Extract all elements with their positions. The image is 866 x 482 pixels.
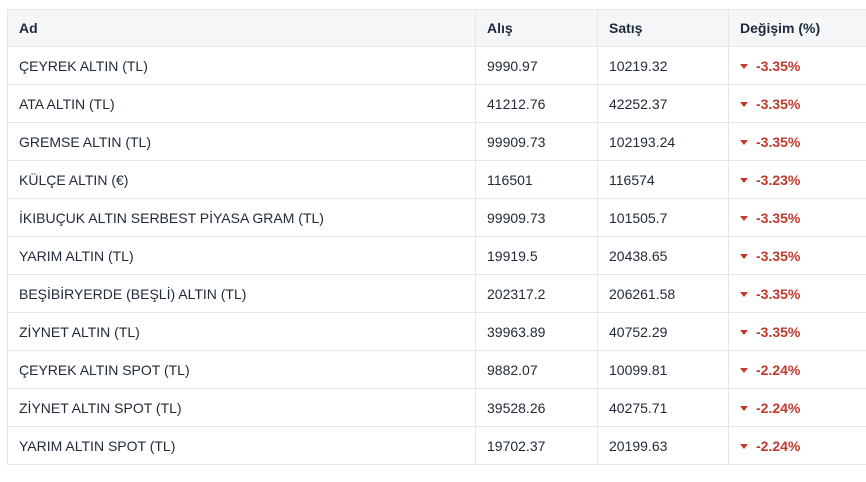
caret-down-icon	[740, 329, 748, 335]
cell-name: ATA ALTIN (TL)	[7, 84, 476, 123]
cell-sell: 206261.58	[597, 274, 729, 313]
caret-down-icon	[740, 443, 748, 449]
caret-down-icon	[740, 291, 748, 297]
cell-buy: 116501	[475, 160, 598, 199]
cell-sell: 102193.24	[597, 122, 729, 161]
cell-buy: 41212.76	[475, 84, 598, 123]
cell-change: -3.35%	[728, 274, 866, 313]
change-value: -3.35%	[740, 58, 866, 74]
change-text: -3.35%	[756, 323, 801, 340]
table-row[interactable]: ÇEYREK ALTIN SPOT (TL) 9882.07 10099.81 …	[7, 350, 866, 389]
cell-sell: 42252.37	[597, 84, 729, 123]
change-text: -2.24%	[756, 437, 801, 454]
change-text: -3.35%	[756, 95, 801, 112]
cell-buy: 39528.26	[475, 388, 598, 427]
table-row[interactable]: ZİYNET ALTIN (TL) 39963.89 40752.29 -3.3…	[7, 312, 866, 351]
cell-change: -2.24%	[728, 426, 866, 465]
cell-change: -2.24%	[728, 350, 866, 389]
caret-down-icon	[740, 139, 748, 145]
column-header-name[interactable]: Ad	[7, 9, 476, 47]
table-row[interactable]: KÜLÇE ALTIN (€) 116501 116574 -3.23%	[7, 160, 866, 199]
change-value: -3.35%	[740, 210, 866, 226]
change-text: -3.35%	[756, 57, 801, 74]
change-text: -2.24%	[756, 399, 801, 416]
cell-name: İKIBUÇUK ALTIN SERBEST PİYASA GRAM (TL)	[7, 198, 476, 237]
change-value: -2.24%	[740, 438, 866, 454]
cell-change: -3.35%	[728, 236, 866, 275]
cell-change: -3.35%	[728, 198, 866, 237]
cell-sell: 40752.29	[597, 312, 729, 351]
cell-buy: 9882.07	[475, 350, 598, 389]
change-text: -3.35%	[756, 247, 801, 264]
cell-name: KÜLÇE ALTIN (€)	[7, 160, 476, 199]
cell-change: -3.35%	[728, 84, 866, 123]
column-header-change[interactable]: Değişim (%)	[728, 9, 866, 47]
change-value: -3.35%	[740, 324, 866, 340]
table-row[interactable]: BEŞİBİRYERDE (BEŞLİ) ALTIN (TL) 202317.2…	[7, 274, 866, 313]
change-text: -2.24%	[756, 361, 801, 378]
cell-change: -3.35%	[728, 46, 866, 85]
table-row[interactable]: GREMSE ALTIN (TL) 99909.73 102193.24 -3.…	[7, 122, 866, 161]
cell-buy: 99909.73	[475, 122, 598, 161]
cell-change: -3.35%	[728, 122, 866, 161]
cell-sell: 20438.65	[597, 236, 729, 275]
cell-buy: 19919.5	[475, 236, 598, 275]
column-header-sell[interactable]: Satış	[597, 9, 729, 47]
cell-name: ZİYNET ALTIN SPOT (TL)	[7, 388, 476, 427]
caret-down-icon	[740, 405, 748, 411]
table-row[interactable]: ÇEYREK ALTIN (TL) 9990.97 10219.32 -3.35…	[7, 46, 866, 85]
change-value: -3.35%	[740, 286, 866, 302]
cell-change: -3.35%	[728, 312, 866, 351]
change-text: -3.35%	[756, 133, 801, 150]
caret-down-icon	[740, 177, 748, 183]
cell-sell: 10219.32	[597, 46, 729, 85]
change-text: -3.35%	[756, 209, 801, 226]
cell-name: YARIM ALTIN SPOT (TL)	[7, 426, 476, 465]
table-header-row: Ad Alış Satış Değişim (%)	[7, 9, 866, 47]
cell-sell: 10099.81	[597, 350, 729, 389]
table-row[interactable]: YARIM ALTIN SPOT (TL) 19702.37 20199.63 …	[7, 426, 866, 465]
table-row[interactable]: İKIBUÇUK ALTIN SERBEST PİYASA GRAM (TL) …	[7, 198, 866, 237]
cell-change: -2.24%	[728, 388, 866, 427]
cell-sell: 40275.71	[597, 388, 729, 427]
cell-name: ÇEYREK ALTIN (TL)	[7, 46, 476, 85]
cell-sell: 20199.63	[597, 426, 729, 465]
cell-name: GREMSE ALTIN (TL)	[7, 122, 476, 161]
change-value: -3.35%	[740, 248, 866, 264]
change-value: -3.23%	[740, 172, 866, 188]
cell-sell: 116574	[597, 160, 729, 199]
caret-down-icon	[740, 63, 748, 69]
cell-name: ZİYNET ALTIN (TL)	[7, 312, 476, 351]
cell-sell: 101505.7	[597, 198, 729, 237]
table-row[interactable]: ATA ALTIN (TL) 41212.76 42252.37 -3.35%	[7, 84, 866, 123]
table-row[interactable]: ZİYNET ALTIN SPOT (TL) 39528.26 40275.71…	[7, 388, 866, 427]
change-value: -3.35%	[740, 96, 866, 112]
cell-name: BEŞİBİRYERDE (BEŞLİ) ALTIN (TL)	[7, 274, 476, 313]
cell-change: -3.23%	[728, 160, 866, 199]
table-row[interactable]: YARIM ALTIN (TL) 19919.5 20438.65 -3.35%	[7, 236, 866, 275]
change-text: -3.35%	[756, 285, 801, 302]
table-body: ÇEYREK ALTIN (TL) 9990.97 10219.32 -3.35…	[7, 46, 866, 465]
caret-down-icon	[740, 367, 748, 373]
cell-buy: 99909.73	[475, 198, 598, 237]
cell-buy: 202317.2	[475, 274, 598, 313]
change-value: -3.35%	[740, 134, 866, 150]
caret-down-icon	[740, 215, 748, 221]
cell-name: YARIM ALTIN (TL)	[7, 236, 476, 275]
gold-prices-table-container: Ad Alış Satış Değişim (%) ÇEYREK ALTIN (…	[7, 9, 866, 465]
change-value: -2.24%	[740, 400, 866, 416]
caret-down-icon	[740, 253, 748, 259]
cell-name: ÇEYREK ALTIN SPOT (TL)	[7, 350, 476, 389]
cell-buy: 9990.97	[475, 46, 598, 85]
gold-prices-table: Ad Alış Satış Değişim (%) ÇEYREK ALTIN (…	[7, 9, 866, 465]
change-value: -2.24%	[740, 362, 866, 378]
cell-buy: 19702.37	[475, 426, 598, 465]
change-text: -3.23%	[756, 171, 801, 188]
caret-down-icon	[740, 101, 748, 107]
column-header-buy[interactable]: Alış	[475, 9, 598, 47]
cell-buy: 39963.89	[475, 312, 598, 351]
